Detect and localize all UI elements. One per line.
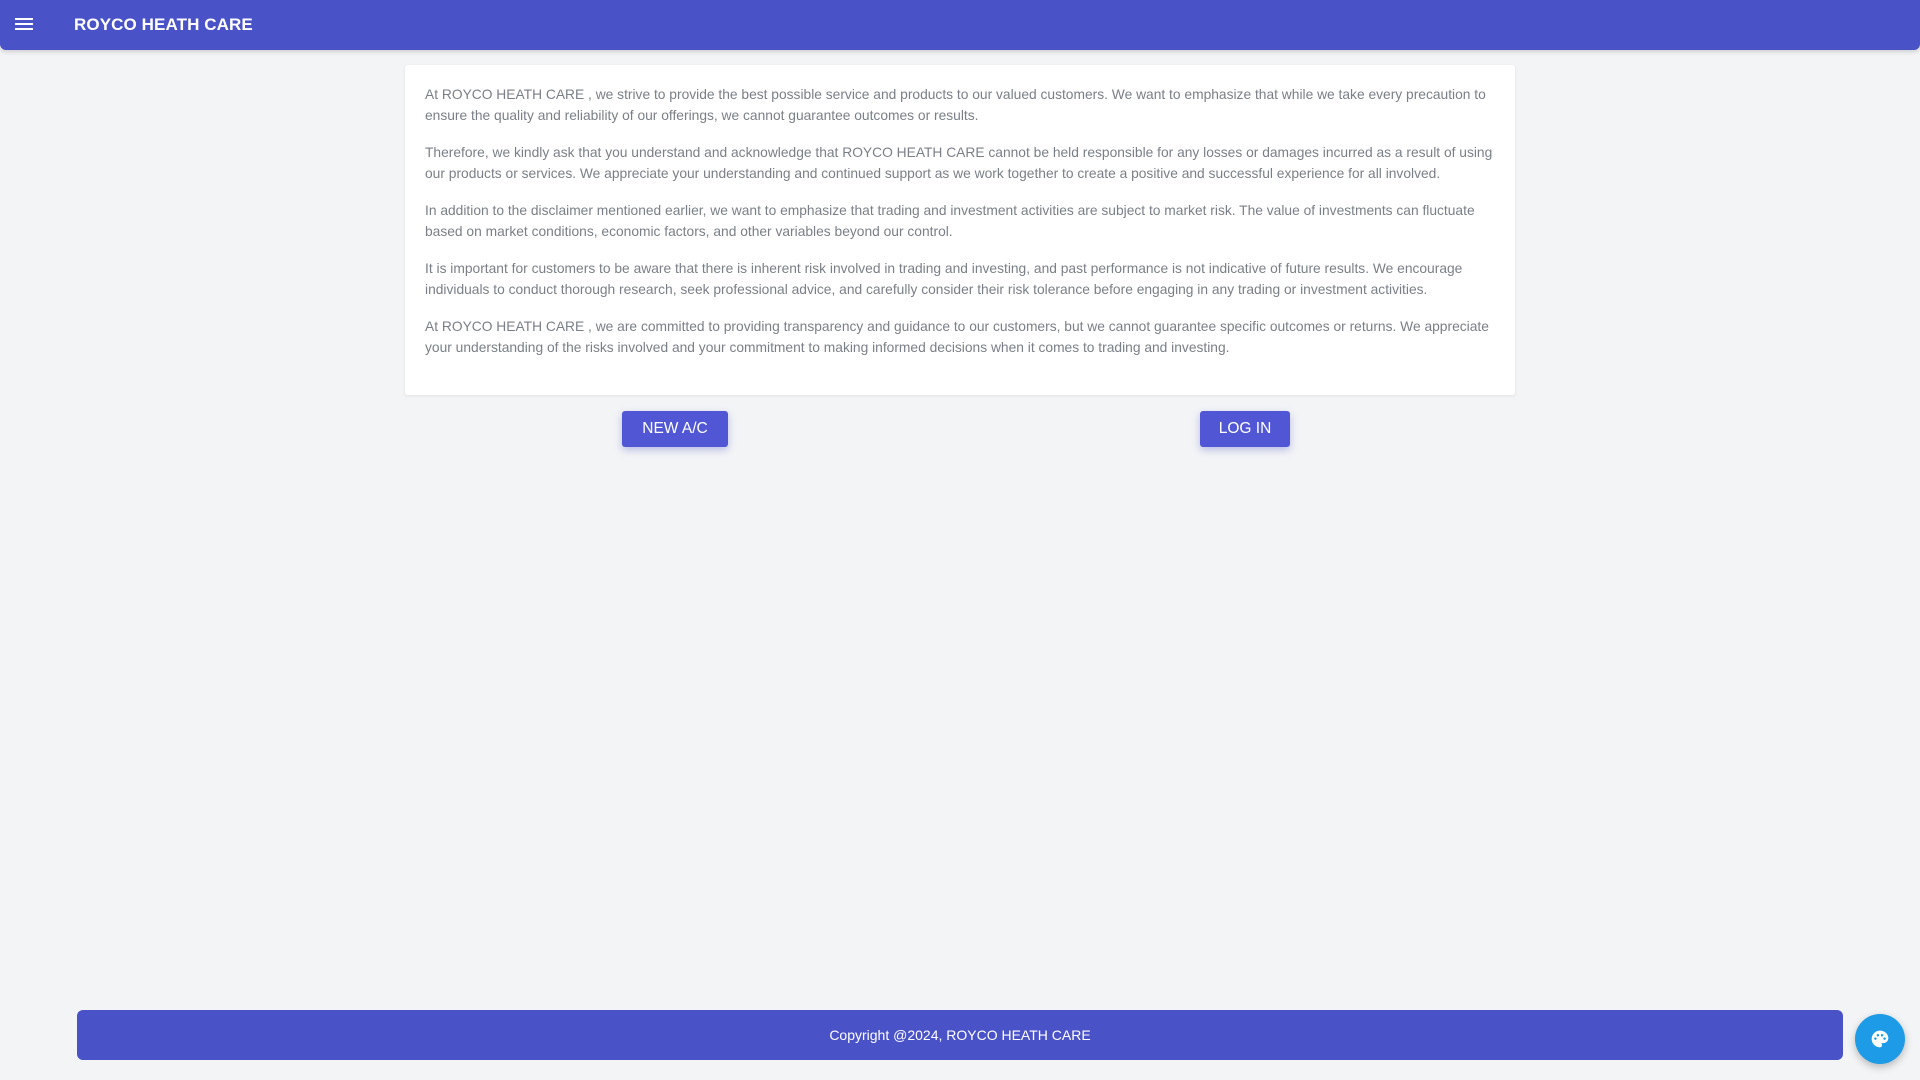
new-account-button[interactable]: NEW A/C <box>622 411 728 447</box>
palette-icon <box>1871 1030 1889 1048</box>
login-button[interactable]: LOG IN <box>1200 411 1290 447</box>
disclaimer-paragraph: At ROYCO HEATH CARE , we strive to provi… <box>425 87 1486 123</box>
disclaimer-paragraph: Therefore, we kindly ask that you unders… <box>425 145 1493 181</box>
theme-settings-button[interactable] <box>1855 1014 1905 1064</box>
copyright-text: Copyright @2024, ROYCO HEATH CARE <box>829 1027 1091 1043</box>
hamburger-menu-icon[interactable] <box>12 13 38 37</box>
disclaimer-paragraph: In addition to the disclaimer mentioned … <box>425 203 1475 239</box>
top-app-bar: ROYCO HEATH CARE <box>0 0 1920 50</box>
disclaimer-paragraph: It is important for customers to be awar… <box>425 261 1463 297</box>
brand-title: ROYCO HEATH CARE <box>74 15 253 34</box>
disclaimer-card: At ROYCO HEATH CARE , we strive to provi… <box>405 65 1515 395</box>
footer-bar: Copyright @2024, ROYCO HEATH CARE <box>77 1010 1843 1060</box>
disclaimer-paragraph: At ROYCO HEATH CARE , we are committed t… <box>425 319 1489 355</box>
